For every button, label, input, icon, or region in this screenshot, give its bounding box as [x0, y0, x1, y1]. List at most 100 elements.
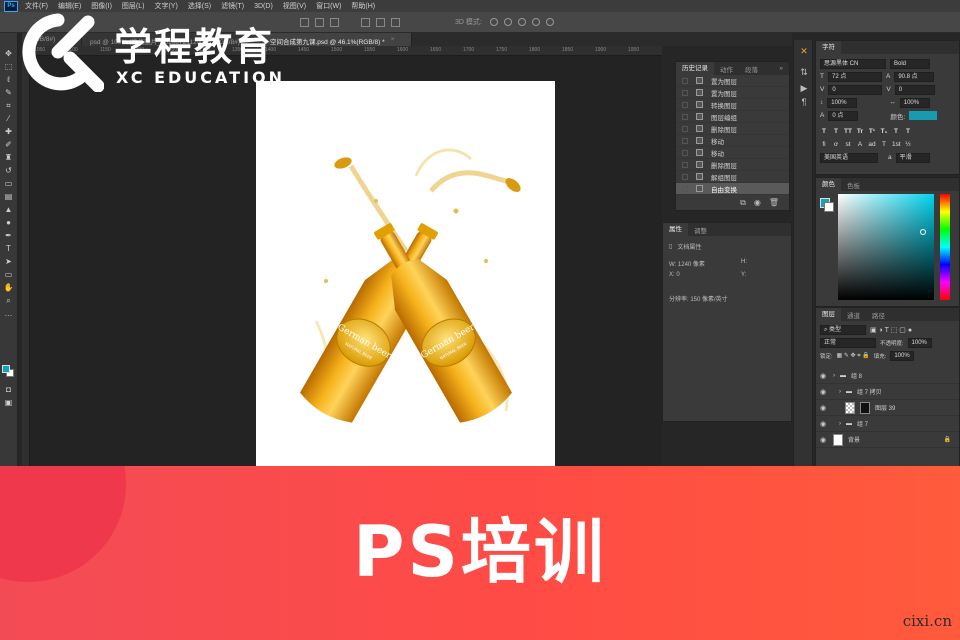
- text-style-button[interactable]: T: [832, 128, 840, 135]
- document-canvas[interactable]: German beer NATURAL BEER German beer NAT…: [256, 81, 555, 467]
- tab-channels[interactable]: 通道: [841, 310, 866, 320]
- vertical-scale-field[interactable]: 100%: [827, 97, 858, 108]
- chevron-right-icon[interactable]: ›: [839, 389, 841, 395]
- 3d-scale-icon[interactable]: [545, 18, 554, 26]
- align-center-icon[interactable]: [315, 17, 324, 27]
- trash-icon[interactable]: 🗑: [769, 198, 779, 208]
- path-select-tool-icon[interactable]: ➤: [2, 257, 15, 267]
- layer-mask-thumbnail[interactable]: [860, 401, 870, 414]
- paragraph-icon[interactable]: ¶: [798, 96, 810, 108]
- leading-field[interactable]: 90.8 点: [894, 71, 935, 82]
- history-brush-source-checkbox[interactable]: [682, 101, 688, 108]
- font-family-field[interactable]: 思源黑体 CN: [820, 58, 886, 69]
- tab-paths[interactable]: 路径: [866, 310, 891, 320]
- history-item[interactable]: 置为图层: [676, 87, 789, 99]
- play-icon[interactable]: ▶: [798, 82, 810, 94]
- eye-icon[interactable]: ◉: [820, 388, 828, 396]
- history-brush-source-checkbox[interactable]: [682, 161, 688, 168]
- stamp-tool-icon[interactable]: ♜: [2, 153, 15, 163]
- move-tool-icon[interactable]: ✥: [2, 49, 15, 59]
- pen-tool-icon[interactable]: ✒: [2, 231, 15, 241]
- gradient-tool-icon[interactable]: ▤: [2, 192, 15, 202]
- layer-row[interactable]: ◉ › ▬ 组 7: [816, 416, 959, 432]
- hand-tool-icon[interactable]: ✋: [2, 283, 15, 293]
- opentype-button[interactable]: st: [844, 141, 852, 148]
- tab-character[interactable]: 字符: [816, 41, 841, 54]
- opacity-field[interactable]: 100%: [907, 337, 932, 348]
- menu-image[interactable]: 图像(I): [86, 1, 117, 11]
- tab-layers[interactable]: 图层: [816, 308, 841, 321]
- history-brush-source-checkbox[interactable]: [682, 89, 688, 96]
- 3d-roll-icon[interactable]: [503, 18, 512, 26]
- color-picker-cursor[interactable]: [920, 229, 926, 235]
- history-item[interactable]: 移动: [676, 147, 789, 159]
- type-tool-icon[interactable]: T: [2, 244, 15, 254]
- menu-view[interactable]: 视图(V): [278, 1, 311, 11]
- menu-window[interactable]: 窗口(W): [311, 1, 346, 11]
- layer-row[interactable]: ◉ › ▬ 组 7 拷贝: [816, 384, 959, 400]
- menu-type[interactable]: 文字(Y): [149, 1, 182, 11]
- font-style-field[interactable]: Bold: [890, 58, 930, 69]
- text-color-swatch[interactable]: [909, 111, 938, 120]
- font-size-field[interactable]: 72 点: [827, 71, 882, 82]
- history-item[interactable]: 解组图层: [676, 171, 789, 183]
- history-item[interactable]: 删除图层: [676, 123, 789, 135]
- history-brush-tool-icon[interactable]: ↺: [2, 166, 15, 176]
- color-picker-field[interactable]: [838, 194, 934, 300]
- history-item[interactable]: 转换图层: [676, 99, 789, 111]
- brush-tool-icon[interactable]: ✐: [2, 140, 15, 150]
- tab-adjustments[interactable]: 调整: [688, 225, 713, 235]
- text-style-button[interactable]: T: [904, 128, 912, 135]
- history-item[interactable]: 自由变换: [676, 183, 789, 195]
- new-document-from-state-icon[interactable]: ⧉: [740, 198, 746, 208]
- camera-snapshot-icon[interactable]: ◉: [754, 198, 761, 208]
- tools-crossed-icon[interactable]: ✕: [798, 45, 810, 57]
- adjust-icon[interactable]: ⇅: [798, 66, 810, 78]
- lasso-tool-icon[interactable]: ℓ: [2, 75, 15, 85]
- opentype-button[interactable]: 1st: [892, 141, 901, 148]
- crop-tool-icon[interactable]: ⌗: [2, 101, 15, 111]
- tab-paragraph[interactable]: 段落: [739, 64, 764, 74]
- layer-row[interactable]: ◉ 图层 39: [816, 400, 959, 416]
- menu-help[interactable]: 帮助(H): [346, 1, 380, 11]
- quick-mask-icon[interactable]: ◘: [2, 385, 15, 395]
- distribute-middle-icon[interactable]: [376, 17, 385, 27]
- menu-edit[interactable]: 编辑(E): [53, 1, 86, 11]
- marquee-tool-icon[interactable]: ⬚: [2, 62, 15, 72]
- tab-history[interactable]: 历史记录: [676, 62, 714, 75]
- history-brush-source-checkbox[interactable]: [682, 173, 688, 180]
- opentype-button[interactable]: ơ: [832, 141, 840, 148]
- menu-select[interactable]: 选择(S): [183, 1, 216, 11]
- opentype-button[interactable]: ad: [868, 141, 876, 148]
- tab-properties[interactable]: 属性: [663, 223, 688, 236]
- tab-swatches[interactable]: 色板: [841, 180, 866, 190]
- language-select[interactable]: 美国英语: [820, 152, 878, 163]
- filter-icons[interactable]: ▣ ◑ T ⬚ ▢ ●: [870, 326, 912, 334]
- eye-icon[interactable]: ◉: [820, 436, 828, 444]
- anti-alias-select[interactable]: 平滑: [895, 152, 930, 163]
- opentype-button[interactable]: T: [880, 141, 888, 148]
- screen-mode-icon[interactable]: ▣: [2, 398, 15, 408]
- close-icon[interactable]: ×: [391, 36, 395, 46]
- menu-filter[interactable]: 滤镜(T): [216, 1, 249, 11]
- history-item[interactable]: 置为图层: [676, 75, 789, 87]
- layer-row[interactable]: ◉ › ▬ 组 8: [816, 368, 959, 384]
- tab-color[interactable]: 颜色: [816, 178, 841, 191]
- chevron-right-icon[interactable]: ›: [839, 421, 841, 427]
- align-right-icon[interactable]: [330, 17, 339, 27]
- tracking-field[interactable]: 0: [894, 84, 935, 95]
- zoom-tool-icon[interactable]: ⌕: [2, 296, 15, 306]
- eraser-tool-icon[interactable]: ▭: [2, 179, 15, 189]
- quick-select-tool-icon[interactable]: ✎: [2, 88, 15, 98]
- kerning-field[interactable]: 0: [828, 84, 883, 95]
- text-style-button[interactable]: T₁: [880, 128, 888, 135]
- eye-icon[interactable]: ◉: [820, 404, 828, 412]
- layer-filter-kind[interactable]: ⌕ 类型: [820, 324, 866, 335]
- distribute-bottom-icon[interactable]: [391, 17, 400, 27]
- lock-icons[interactable]: ▦ ✎ ✥ ⌗ 🔒: [837, 352, 870, 360]
- history-item[interactable]: 图层编组: [676, 111, 789, 123]
- eyedropper-tool-icon[interactable]: ⁄: [2, 114, 15, 124]
- eye-icon[interactable]: ◉: [820, 372, 828, 380]
- blur-tool-icon[interactable]: ▲: [2, 205, 15, 215]
- history-item[interactable]: 删除图层: [676, 159, 789, 171]
